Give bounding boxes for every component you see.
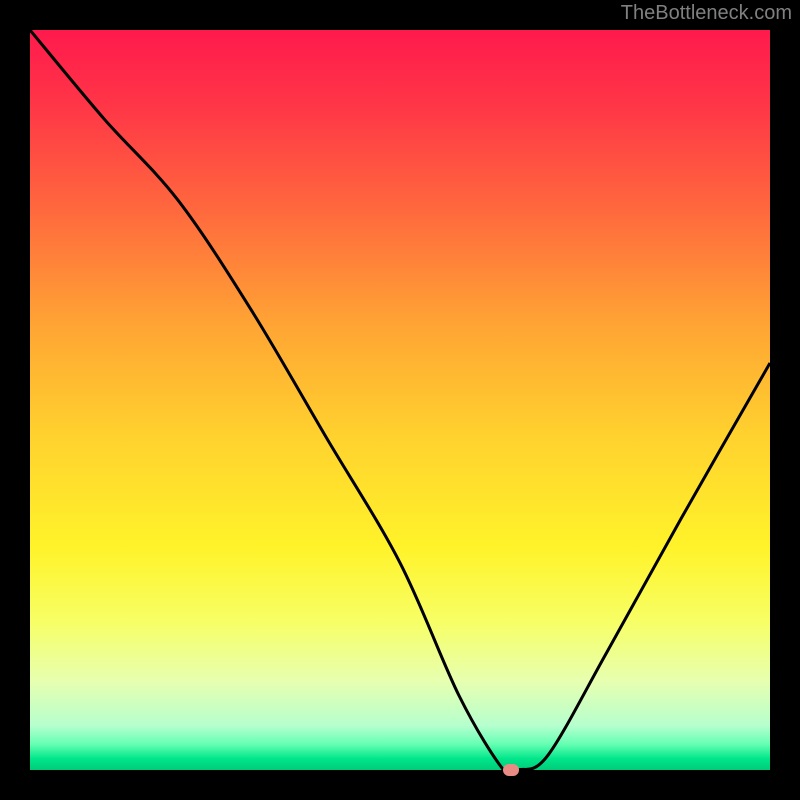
bottleneck-curve (30, 30, 770, 770)
chart-frame: TheBottleneck.com (0, 0, 800, 800)
watermark-text: TheBottleneck.com (621, 2, 792, 25)
optimal-marker (503, 764, 519, 776)
plot-area (30, 30, 770, 770)
